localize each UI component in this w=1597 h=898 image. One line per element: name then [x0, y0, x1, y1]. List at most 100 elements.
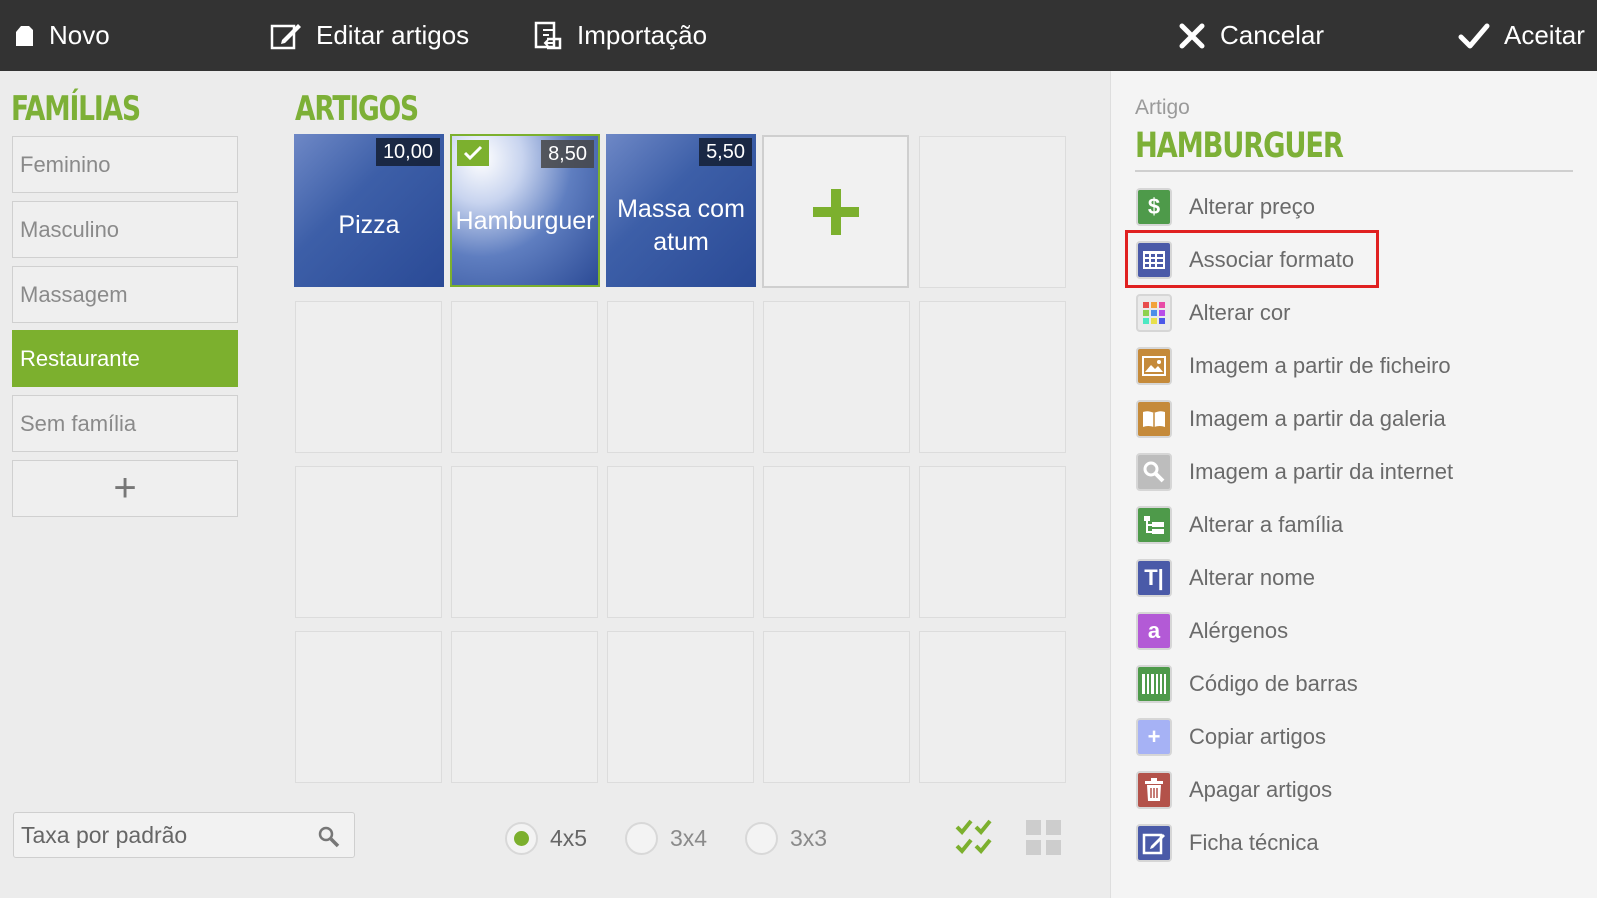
family-item-restaurante[interactable]: Restaurante [12, 330, 238, 387]
family-item-massagem[interactable]: Massagem [12, 266, 238, 323]
empty-article-slot[interactable] [919, 301, 1066, 453]
accept-button[interactable]: Aceitar [1458, 0, 1585, 71]
barcode-icon [1136, 665, 1172, 703]
import-icon [534, 21, 562, 49]
empty-article-slot[interactable] [295, 466, 442, 618]
family-label: Massagem [20, 281, 128, 307]
action-label: Alterar nome [1189, 565, 1315, 590]
top-toolbar: Novo Editar artigos Importação Cancelar … [0, 0, 1597, 71]
action-label: Associar formato [1189, 247, 1355, 272]
action-edit-sheet[interactable]: Ficha técnica [1136, 821, 1319, 865]
family-label: Masculino [20, 216, 120, 242]
add-family-button[interactable]: + [12, 460, 238, 517]
action-label: Imagem a partir de ficheiro [1189, 353, 1451, 378]
action-family-tree[interactable]: Alterar a família [1136, 503, 1343, 547]
action-trash[interactable]: Apagar artigos [1136, 768, 1332, 812]
accept-label: Aceitar [1504, 20, 1585, 50]
article-tile-pizza[interactable]: 10,00 Pizza [294, 134, 444, 287]
article-name: Pizza [338, 211, 400, 239]
action-magnifier[interactable]: Imagem a partir da internet [1136, 450, 1453, 494]
empty-article-slot[interactable] [763, 301, 910, 453]
layout-option-label: 3x3 [790, 825, 828, 851]
trash-icon [1136, 771, 1172, 809]
action-label: Alérgenos [1189, 618, 1289, 643]
empty-article-slot[interactable] [607, 301, 754, 453]
empty-article-slot[interactable] [607, 631, 754, 783]
articles-title: ARTIGOS [295, 89, 419, 129]
image-file-icon [1136, 347, 1172, 385]
edit-articles-label: Editar artigos [316, 20, 470, 50]
layout-option-3x4[interactable]: 3x4 [625, 822, 707, 855]
action-label: Apagar artigos [1189, 777, 1333, 802]
article-name: Hamburguer [455, 207, 595, 235]
article-tile-hamburguer[interactable]: 8,50 Hamburguer [450, 134, 600, 287]
gallery-book-icon [1136, 400, 1172, 438]
empty-article-slot[interactable] [919, 631, 1066, 783]
panel-divider [1135, 170, 1573, 172]
add-article-button[interactable] [762, 135, 909, 288]
empty-article-slot[interactable] [763, 631, 910, 783]
new-document-icon [16, 25, 33, 46]
empty-article-slot[interactable] [295, 301, 442, 453]
action-text-rename[interactable]: T| Alterar nome [1136, 556, 1315, 600]
family-label: Feminino [20, 151, 111, 177]
family-item-sem-familia[interactable]: Sem família [12, 395, 238, 452]
action-image-file[interactable]: Imagem a partir de ficheiro [1136, 344, 1451, 388]
search-placeholder: Taxa por padrão [21, 821, 188, 848]
action-label: Imagem a partir da internet [1189, 459, 1454, 484]
layout-option-label: 4x5 [550, 825, 588, 851]
select-all-icon[interactable] [955, 818, 993, 861]
allergen-icon: a [1136, 612, 1172, 650]
empty-article-slot[interactable] [451, 466, 598, 618]
action-gallery-book[interactable]: Imagem a partir da galeria [1136, 397, 1446, 441]
empty-article-slot[interactable] [451, 631, 598, 783]
action-label: Alterar preço [1189, 194, 1315, 219]
family-item-feminino[interactable]: Feminino [12, 136, 238, 193]
article-tile-massa-com-atum[interactable]: 5,50 Massa com atum [606, 134, 756, 287]
family-label: Sem família [20, 410, 137, 436]
magnifier-icon [1136, 453, 1172, 491]
action-label: Alterar a família [1189, 512, 1344, 537]
action-color-palette[interactable]: Alterar cor [1136, 291, 1290, 335]
empty-article-slot[interactable] [607, 466, 754, 618]
empty-article-slot[interactable] [919, 136, 1066, 288]
plus-icon [812, 188, 859, 235]
empty-article-slot[interactable] [919, 466, 1066, 618]
new-label: Novo [49, 20, 110, 50]
family-label: Restaurante [20, 345, 140, 371]
panel-label: Artigo [1135, 96, 1190, 119]
cancel-button[interactable]: Cancelar [1178, 0, 1324, 71]
action-dollar[interactable]: $ Alterar preço [1136, 185, 1315, 229]
tax-search-field[interactable]: Taxa por padrão [13, 812, 355, 858]
empty-article-slot[interactable] [295, 631, 442, 783]
action-label: Ficha técnica [1189, 830, 1319, 855]
new-button[interactable]: Novo [13, 0, 110, 71]
import-button[interactable]: Importação [533, 0, 707, 71]
text-rename-icon: T| [1136, 559, 1172, 597]
empty-article-slot[interactable] [763, 466, 910, 618]
dollar-icon: $ [1136, 188, 1172, 226]
color-palette-icon [1136, 294, 1172, 332]
edit-icon [270, 23, 301, 49]
edit-sheet-icon [1136, 824, 1172, 862]
layout-option-4x5[interactable]: 4x5 [505, 822, 587, 855]
checkmark-icon [1458, 23, 1490, 48]
action-allergen[interactable]: a Alérgenos [1136, 609, 1288, 653]
families-title: FAMÍLIAS [11, 89, 141, 129]
copy-plus-icon: + [1136, 718, 1172, 756]
edit-articles-button[interactable]: Editar artigos [270, 0, 469, 71]
grid-view-icon[interactable] [1026, 820, 1062, 861]
action-copy-plus[interactable]: + Copiar artigos [1136, 715, 1326, 759]
article-name: Massa com atum [617, 194, 745, 256]
radio-icon [505, 822, 538, 855]
grid-table-icon [1136, 241, 1172, 279]
empty-article-slot[interactable] [451, 301, 598, 453]
import-label: Importação [577, 20, 708, 50]
family-item-masculino[interactable]: Masculino [12, 201, 238, 258]
action-barcode[interactable]: Código de barras [1136, 662, 1358, 706]
layout-option-3x3[interactable]: 3x3 [745, 822, 827, 855]
action-grid-table[interactable]: Associar formato [1136, 238, 1354, 282]
layout-option-label: 3x4 [670, 825, 708, 851]
article-price: 5,50 [699, 138, 752, 166]
close-icon [1179, 23, 1205, 48]
